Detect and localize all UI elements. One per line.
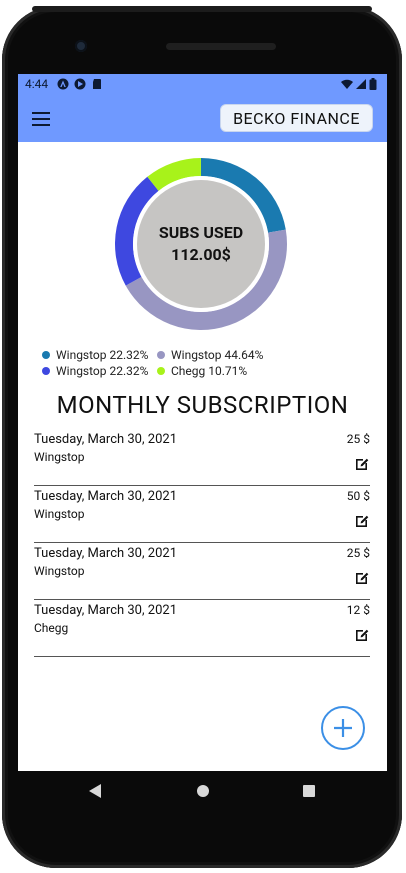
transaction-date: Tuesday, March 30, 2021 [34,546,177,561]
transaction-amount: 50 $ [346,489,370,503]
legend-label: Wingstop 22.32% [56,348,149,362]
legend-item: Wingstop 22.32% [42,364,148,378]
transaction-row[interactable]: Tuesday, March 30, 2021 Wingstop 25 $ [34,430,370,486]
edit-icon[interactable] [354,627,370,643]
donut-center-label: SUBS USED 112.00$ [115,158,287,330]
transaction-row[interactable]: Tuesday, March 30, 2021 Wingstop 50 $ [34,487,370,543]
system-navigation-bar [18,771,387,811]
status-time: 4:44 [25,77,49,91]
transaction-name: Wingstop [34,564,85,578]
app-bar: BECKO FINANCE [18,94,387,142]
play-store-notification-icon [74,78,86,90]
transaction-date: Tuesday, March 30, 2021 [34,489,177,504]
phone-top-edge [32,6,372,12]
legend-swatch [157,367,165,375]
legend-item: Chegg 10.71% [157,364,247,378]
wifi-icon [341,79,353,89]
edit-icon[interactable] [354,513,370,529]
subs-used-title: SUBS USED [158,223,244,242]
home-circle-icon[interactable] [196,784,210,798]
transaction-row[interactable]: Tuesday, March 30, 2021 Chegg 12 $ [34,601,370,657]
transaction-name: Chegg [34,621,69,635]
brand-button[interactable]: BECKO FINANCE [220,104,373,132]
transaction-amount: 25 $ [346,546,370,560]
sd-card-icon [93,79,101,89]
transaction-date: Tuesday, March 30, 2021 [34,432,177,447]
transaction-amount: 25 $ [346,432,370,446]
app-screen: 4:44 BECKO FINANCE SUBS USED 112.00$ Win… [18,74,387,771]
edit-icon[interactable] [354,570,370,586]
earpiece-speaker [166,43,276,50]
status-bar: 4:44 [18,74,387,94]
front-camera [75,40,87,52]
signal-icon [356,79,366,89]
transaction-row[interactable]: Tuesday, March 30, 2021 Wingstop 25 $ [34,544,370,600]
transaction-date: Tuesday, March 30, 2021 [34,603,177,618]
section-title: MONTHLY SUBSCRIPTION [56,391,349,419]
transaction-list: Tuesday, March 30, 2021 Wingstop 25 $ Tu… [34,430,370,658]
app-notification-icon [57,78,69,90]
transaction-name: Wingstop [34,450,85,464]
legend-swatch [42,367,50,375]
legend-label: Wingstop 44.64% [171,348,264,362]
legend-swatch [42,351,50,359]
edit-icon[interactable] [354,456,370,472]
subs-used-total: 112.00$ [171,245,231,264]
add-subscription-button[interactable] [321,706,365,750]
legend-item: Wingstop 22.32% [42,348,148,362]
back-triangle-icon[interactable] [88,783,102,799]
hamburger-menu-icon[interactable] [32,112,50,126]
legend-swatch [157,351,165,359]
legend-label: Chegg 10.71% [171,364,248,378]
plus-icon [334,719,352,737]
legend-label: Wingstop 22.32% [56,364,149,378]
transaction-name: Wingstop [34,507,85,521]
recents-square-icon[interactable] [302,784,316,798]
transaction-amount: 12 $ [346,603,370,617]
battery-icon [369,78,377,90]
legend-item: Wingstop 44.64% [157,348,263,362]
